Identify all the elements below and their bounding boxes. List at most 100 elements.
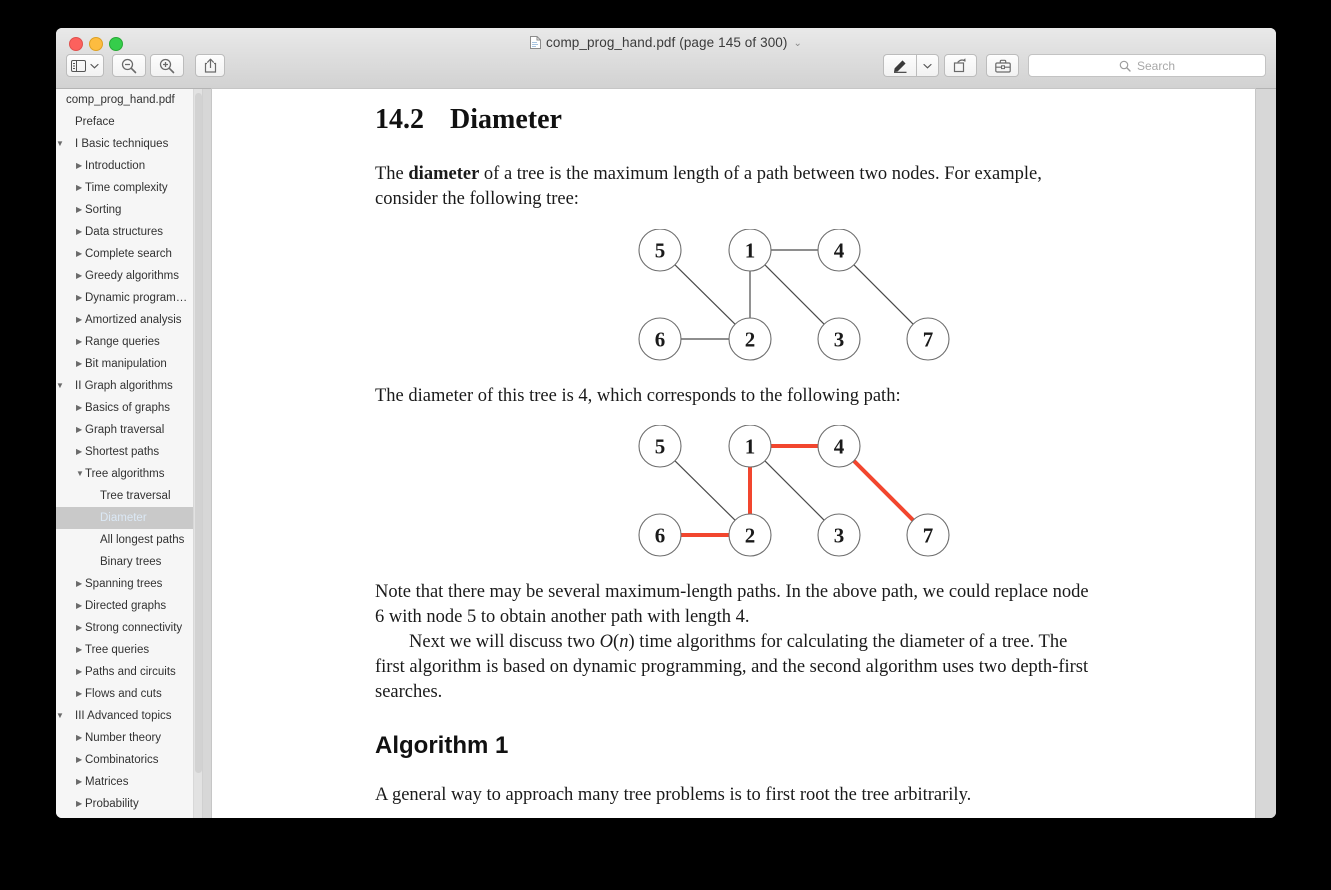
tree-diagram-diameter-path-highlighted: 5 1 4 6 2 3 7 [638, 425, 950, 557]
tree-node-label: 6 [655, 328, 666, 352]
sidebar-item-complete-search[interactable]: ▶ Complete search [56, 243, 202, 265]
toolkit-button[interactable] [986, 54, 1019, 77]
sidebar-item-range-queries[interactable]: ▶ Range queries [56, 331, 202, 353]
tree-edge-1-3 [764, 264, 825, 325]
share-button[interactable] [195, 54, 225, 77]
search-input[interactable]: Search [1028, 54, 1266, 77]
triangle-right-icon[interactable]: ▶ [76, 331, 82, 353]
sidebar-scrollbar[interactable] [193, 89, 202, 818]
triangle-right-icon[interactable]: ▶ [76, 727, 82, 749]
sidebar-item-bit-manipulation[interactable]: ▶ Bit manipulation [56, 353, 202, 375]
tree-node-4: 4 [817, 229, 861, 272]
sidebar-item-binary-trees[interactable]: Binary trees [56, 551, 202, 573]
sidebar-item-i-basic-techniques[interactable]: ▼ I Basic techniques [56, 133, 202, 155]
sidebar-item-introduction[interactable]: ▶ Introduction [56, 155, 202, 177]
rotate-button[interactable] [944, 54, 977, 77]
sidebar-item-combinatorics[interactable]: ▶ Combinatorics [56, 749, 202, 771]
triangle-right-icon[interactable]: ▶ [76, 441, 82, 463]
sidebar-item-preface[interactable]: Preface [56, 111, 202, 133]
triangle-right-icon[interactable]: ▶ [76, 243, 82, 265]
triangle-right-icon[interactable]: ▶ [76, 749, 82, 771]
sidebar-item-shortest-paths[interactable]: ▶ Shortest paths [56, 441, 202, 463]
rotate-icon [953, 58, 966, 73]
triangle-right-icon[interactable]: ▶ [76, 221, 82, 243]
sidebar-item-paths-and-circuits[interactable]: ▶ Paths and circuits [56, 661, 202, 683]
triangle-right-icon[interactable]: ▶ [76, 771, 82, 793]
sidebar-item-tree-queries[interactable]: ▶ Tree queries [56, 639, 202, 661]
sidebar-item-probability[interactable]: ▶ Probability [56, 793, 202, 815]
sidebar-item-amortized-analysis[interactable]: ▶ Amortized analysis [56, 309, 202, 331]
markup-options-button[interactable] [916, 54, 939, 77]
zoom-out-icon [121, 58, 137, 73]
window-title-label: comp_prog_hand.pdf (page 145 of 300) [545, 35, 788, 50]
sidebar-item-basics-of-graphs[interactable]: ▶ Basics of graphs [56, 397, 202, 419]
sidebar-item-tree-traversal[interactable]: Tree traversal [56, 485, 202, 507]
sidebar-item-comp-prog-hand-pdf[interactable]: comp_prog_hand.pdf [56, 89, 202, 111]
sidebar-item-matrices[interactable]: ▶ Matrices [56, 771, 202, 793]
markup-button[interactable] [883, 54, 916, 77]
sidebar-item-directed-graphs[interactable]: ▶ Directed graphs [56, 595, 202, 617]
triangle-down-icon[interactable]: ▼ [56, 375, 64, 397]
tree-node-label: 4 [834, 239, 845, 263]
sidebar-scrollbar-thumb[interactable] [195, 93, 202, 773]
triangle-right-icon[interactable]: ▶ [76, 595, 82, 617]
chevron-down-icon [923, 63, 932, 69]
paragraph-1-part-a: The [375, 164, 409, 184]
triangle-down-icon[interactable]: ▼ [56, 705, 64, 727]
share-icon [204, 58, 216, 73]
sidebar-item-flows-and-cuts[interactable]: ▶ Flows and cuts [56, 683, 202, 705]
sidebar-item-label: Greedy algorithms [85, 270, 179, 282]
tree-node-label: 2 [745, 328, 756, 352]
pdf-page: 14.2 Diameter The diameter of a tree is t… [212, 89, 1255, 818]
zoom-in-button[interactable] [150, 54, 184, 77]
sidebar-item-label: Paths and circuits [85, 666, 176, 678]
triangle-right-icon[interactable]: ▶ [76, 573, 82, 595]
chevron-down-icon[interactable]: ⌄ [794, 38, 802, 49]
sidebar-item-sorting[interactable]: ▶ Sorting [56, 199, 202, 221]
triangle-right-icon[interactable]: ▶ [76, 397, 82, 419]
paragraph-2: The diameter of this tree is 4, which co… [375, 386, 901, 406]
sidebar-item-iii-advanced-topics[interactable]: ▼ III Advanced topics [56, 705, 202, 727]
sidebar-item-ii-graph-algorithms[interactable]: ▼ II Graph algorithms [56, 375, 202, 397]
sidebar-item-strong-connectivity[interactable]: ▶ Strong connectivity [56, 617, 202, 639]
sidebar-item-data-structures[interactable]: ▶ Data structures [56, 221, 202, 243]
sidebar-item-number-theory[interactable]: ▶ Number theory [56, 727, 202, 749]
sidebar-item-time-complexity[interactable]: ▶ Time complexity [56, 177, 202, 199]
triangle-right-icon[interactable]: ▶ [76, 419, 82, 441]
sidebar-item-tree-algorithms[interactable]: ▼ Tree algorithms [56, 463, 202, 485]
sidebar-toggle-button[interactable] [66, 54, 104, 77]
section-title: Diameter [450, 104, 562, 135]
sidebar-item-greedy-algorithms[interactable]: ▶ Greedy algorithms [56, 265, 202, 287]
tree-edge-5-2 [674, 264, 736, 325]
tree-edge-4-7 [853, 264, 914, 325]
triangle-down-icon[interactable]: ▼ [56, 133, 64, 155]
sidebar-item-spanning-trees[interactable]: ▶ Spanning trees [56, 573, 202, 595]
triangle-right-icon[interactable]: ▶ [76, 661, 82, 683]
sidebar-item-label: III Advanced topics [75, 710, 172, 722]
triangle-right-icon[interactable]: ▶ [76, 353, 82, 375]
triangle-right-icon[interactable]: ▶ [76, 639, 82, 661]
triangle-right-icon[interactable]: ▶ [76, 287, 82, 309]
tree-node-2: 2 [728, 513, 772, 557]
tree-edge-1-3 [764, 460, 825, 521]
triangle-right-icon[interactable]: ▶ [76, 617, 82, 639]
sidebar-item-graph-traversal[interactable]: ▶ Graph traversal [56, 419, 202, 441]
sidebar-item-dynamic-program[interactable]: ▶ Dynamic program… [56, 287, 202, 309]
triangle-right-icon[interactable]: ▶ [76, 683, 82, 705]
triangle-right-icon[interactable]: ▶ [76, 793, 82, 815]
triangle-down-icon[interactable]: ▼ [76, 463, 84, 485]
document-pane[interactable]: 14.2 Diameter The diameter of a tree is t… [203, 89, 1276, 818]
triangle-right-icon[interactable]: ▶ [76, 177, 82, 199]
tree-node-3: 3 [817, 317, 861, 361]
triangle-right-icon[interactable]: ▶ [76, 155, 82, 177]
outline-sidebar[interactable]: comp_prog_hand.pdf Preface ▼ I Basic techni… [56, 89, 203, 818]
sidebar-item-label: Matrices [85, 776, 129, 788]
sidebar-item-all-longest-paths[interactable]: All longest paths [56, 529, 202, 551]
triangle-right-icon[interactable]: ▶ [76, 265, 82, 287]
sidebar-item-label: Strong connectivity [85, 622, 183, 634]
zoom-out-button[interactable] [112, 54, 146, 77]
triangle-right-icon[interactable]: ▶ [76, 199, 82, 221]
triangle-right-icon[interactable]: ▶ [76, 309, 82, 331]
sidebar-item-diameter[interactable]: Diameter [56, 507, 202, 529]
sidebar-item-label: Shortest paths [85, 446, 160, 458]
